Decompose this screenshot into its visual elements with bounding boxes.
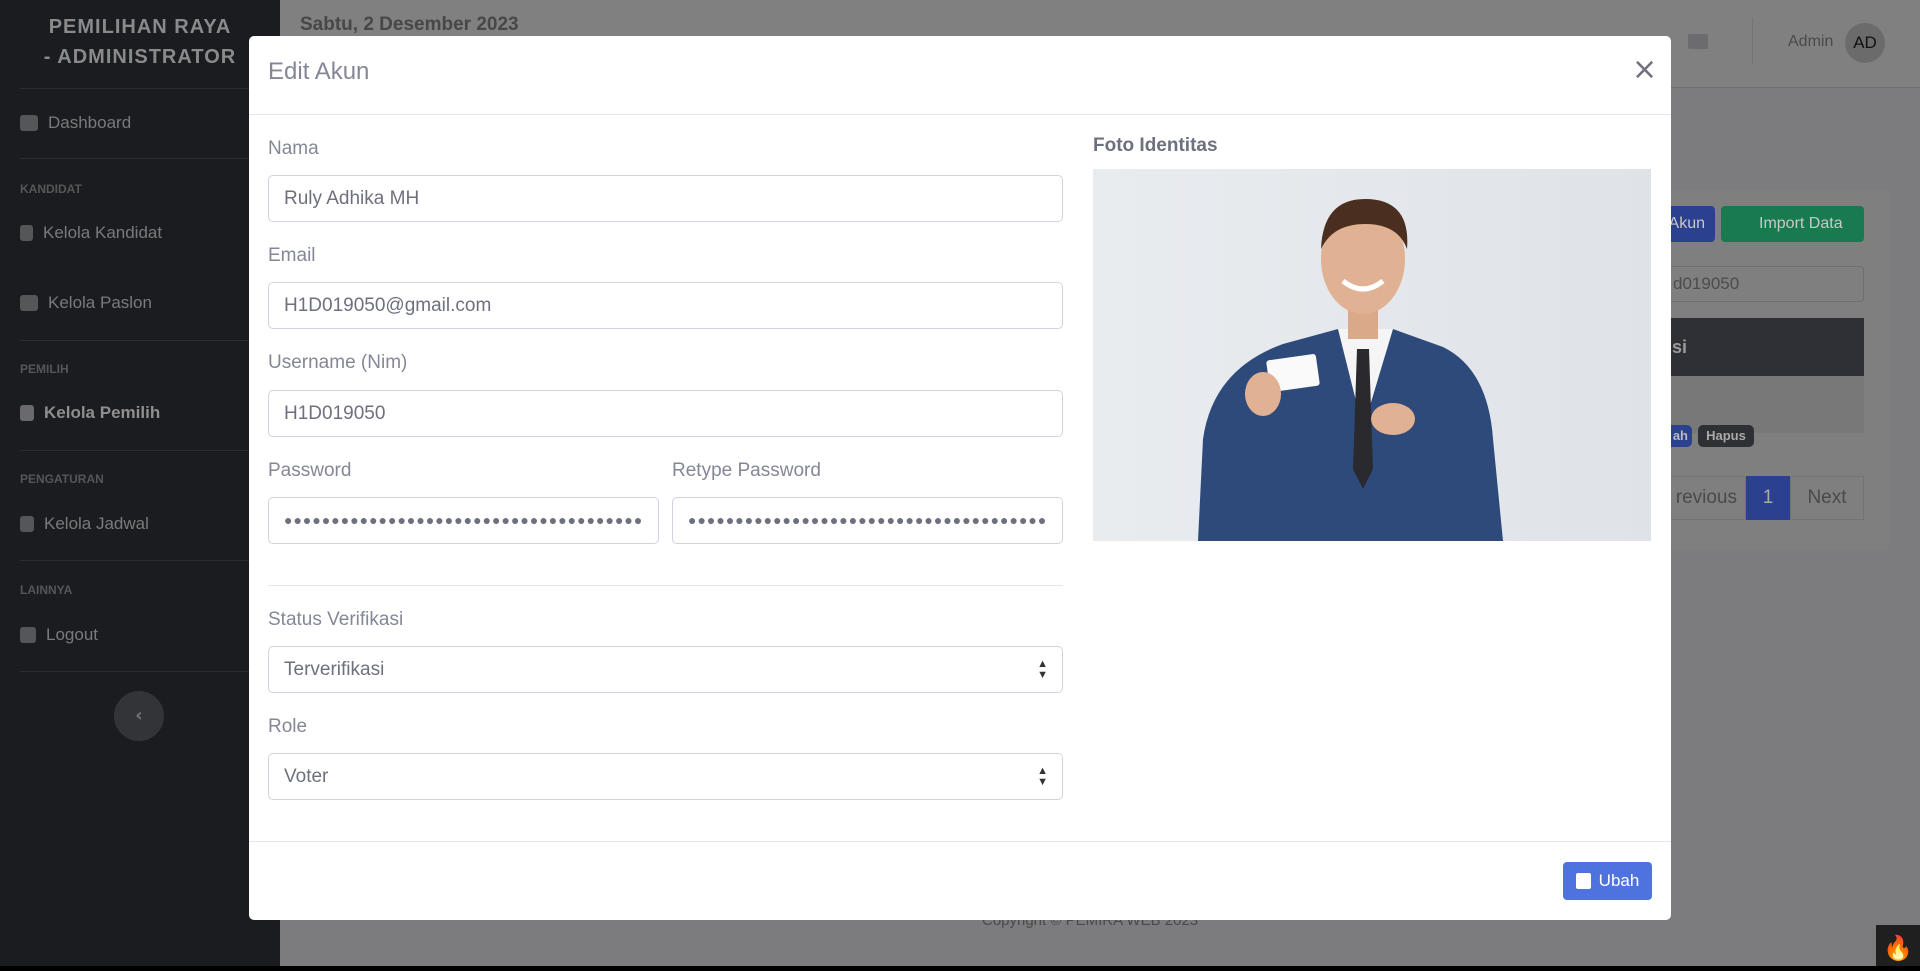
status-select[interactable]: Terverifikasi ▲ ▼ <box>268 646 1063 693</box>
topbar-divider <box>1752 18 1753 64</box>
sidebar-item-kelola-kandidat[interactable]: Kelola Kandidat <box>20 223 162 243</box>
pagination-next[interactable]: Next <box>1790 476 1864 520</box>
current-date: Sabtu, 2 Desember 2023 <box>300 14 519 35</box>
sidebar-item-label: Kelola Pemilih <box>44 403 161 422</box>
close-icon[interactable]: × <box>1632 52 1657 87</box>
identity-photo <box>1093 169 1651 541</box>
calendar-icon <box>20 516 34 532</box>
users-icon <box>20 295 38 311</box>
sign-out-icon <box>20 627 36 643</box>
role-select[interactable]: Voter ▲ ▼ <box>268 753 1063 800</box>
user-name[interactable]: Admin <box>1788 33 1833 51</box>
sidebar-item-dashboard[interactable]: Dashboard <box>20 113 131 133</box>
brand-title-line1: PEMILIHAN RAYA <box>48 16 232 38</box>
avatar[interactable]: AD <box>1845 23 1885 63</box>
sidebar-item-kelola-paslon[interactable]: Kelola Paslon <box>20 293 152 313</box>
status-label: Status Verifikasi <box>268 609 404 630</box>
divider <box>20 88 280 89</box>
password-input[interactable]: ●●●●●●●●●●●●●●●●●●●●●●●●●●●●●●●●●●●●●● <box>268 497 659 544</box>
nama-input[interactable]: Ruly Adhika MH <box>268 175 1063 222</box>
divider <box>20 158 280 159</box>
username-label: Username (Nim) <box>268 352 408 373</box>
sidebar-item-label: Logout <box>46 625 98 644</box>
sidebar-toggle-button[interactable]: ‹ <box>114 691 164 741</box>
role-value: Voter <box>284 766 329 787</box>
form-divider <box>268 585 1063 586</box>
import-data-label: Import Data <box>1759 215 1843 232</box>
save-icon <box>1575 873 1591 889</box>
email-input[interactable]: H1D019050@gmail.com <box>268 282 1063 329</box>
modal-title: Edit Akun <box>268 58 370 85</box>
email-label: Email <box>268 245 316 266</box>
tachometer-icon <box>20 115 38 131</box>
sidebar-item-kelola-pemilih[interactable]: Kelola Pemilih <box>20 403 160 423</box>
nama-label: Nama <box>268 138 319 159</box>
screen-edge <box>0 966 1920 971</box>
flame-icon[interactable]: 🔥 <box>1876 925 1920 971</box>
password-label: Password <box>268 460 352 481</box>
section-pemilih: PEMILIH <box>20 362 69 376</box>
pagination-page-1[interactable]: 1 <box>1746 476 1790 520</box>
sidebar-item-kelola-jadwal[interactable]: Kelola Jadwal <box>20 514 149 534</box>
sidebar: PEMILIHAN RAYA - ADMINISTRATOR Dashboard… <box>0 0 280 971</box>
sidebar-item-label: Kelola Jadwal <box>44 514 149 533</box>
username-input[interactable]: H1D019050 <box>268 390 1063 437</box>
edit-account-modal: Edit Akun × Nama Ruly Adhika MH Email H1… <box>249 36 1671 920</box>
import-data-button[interactable]: Import Data <box>1721 206 1864 242</box>
divider <box>20 671 280 672</box>
sidebar-item-label: Dashboard <box>48 113 132 132</box>
divider <box>20 450 280 451</box>
modal-footer-divider <box>249 841 1671 842</box>
section-kandidat: KANDIDAT <box>20 182 82 196</box>
delete-badge[interactable]: Hapus <box>1698 425 1754 447</box>
section-lainnya: LAINNYA <box>20 583 73 597</box>
sidebar-item-logout[interactable]: Logout <box>20 625 98 645</box>
select-arrows-icon: ▲ ▼ <box>1037 765 1048 788</box>
retype-password-label: Retype Password <box>672 460 821 481</box>
foto-identitas-label: Foto Identitas <box>1093 135 1218 156</box>
user-icon <box>20 225 33 241</box>
save-label: Ubah <box>1598 871 1640 890</box>
save-button[interactable]: Ubah <box>1563 862 1652 900</box>
modal-header <box>249 36 1671 115</box>
status-value: Terverifikasi <box>284 659 385 680</box>
divider <box>20 560 280 561</box>
envelope-icon[interactable] <box>1688 34 1708 49</box>
section-pengaturan: PENGATURAN <box>20 472 104 486</box>
sidebar-item-label: Kelola Paslon <box>48 293 152 312</box>
brand-title-line2: - ADMINISTRATOR <box>43 46 237 68</box>
select-arrows-icon: ▲ ▼ <box>1037 658 1048 681</box>
role-label: Role <box>268 716 308 737</box>
sidebar-item-label: Kelola Kandidat <box>43 223 163 242</box>
user-tie-icon <box>20 405 34 421</box>
divider <box>20 340 280 341</box>
retype-password-input[interactable]: ●●●●●●●●●●●●●●●●●●●●●●●●●●●●●●●●●●●●●● <box>672 497 1063 544</box>
